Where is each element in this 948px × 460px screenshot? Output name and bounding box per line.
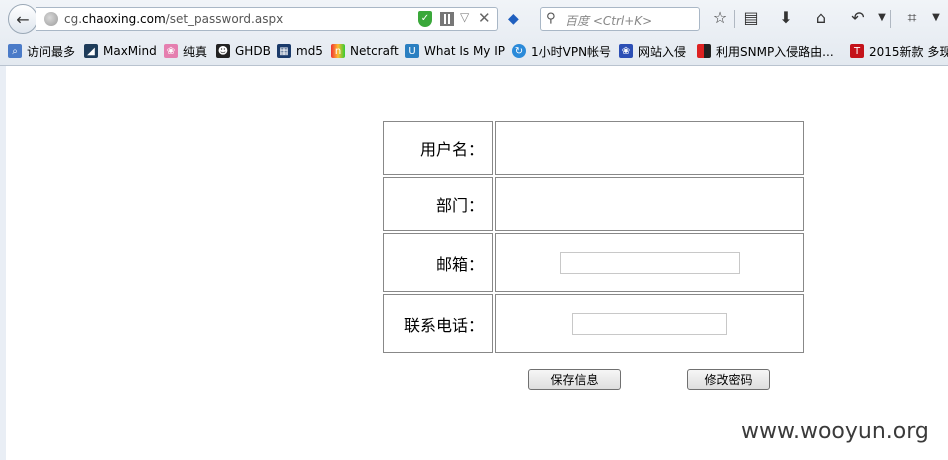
phone-label: 联系电话： bbox=[383, 294, 493, 353]
bookmark-label: 1小时VPN帐号 bbox=[531, 44, 612, 59]
back-arrow-icon: ← bbox=[16, 9, 30, 29]
reading-list-icon[interactable]: ▤ bbox=[741, 8, 761, 28]
chunzhen-icon: ❀ bbox=[164, 44, 178, 58]
bookmark-label: 纯真 bbox=[183, 44, 208, 59]
undo-icon[interactable]: ↶ bbox=[848, 8, 868, 28]
crop-menu-icon[interactable]: ▼ bbox=[926, 8, 946, 28]
vpn-icon: ↻ bbox=[512, 44, 526, 58]
netcraft-icon: n bbox=[331, 44, 345, 58]
bookmark-item[interactable]: ⌕ 访问最多 bbox=[8, 42, 75, 60]
bookmark-star-icon[interactable]: ☆ bbox=[710, 8, 730, 28]
ghdb-icon: ☻ bbox=[216, 44, 230, 58]
bookmark-item[interactable]: ☻ GHDB bbox=[216, 42, 271, 60]
change-password-button[interactable]: 修改密码 bbox=[687, 369, 770, 390]
search-engine-icon[interactable]: ◆ bbox=[508, 11, 526, 27]
navigation-toolbar: ← cg.chaoxing.com/set_password.aspx ✓ ▽ … bbox=[0, 0, 948, 36]
crop-icon[interactable]: ⌗ bbox=[902, 8, 922, 28]
search-bar[interactable]: ⚲ 百度 <Ctrl+K> bbox=[540, 7, 700, 31]
back-button[interactable]: ← bbox=[8, 4, 38, 34]
bookmark-label: md5 bbox=[296, 44, 323, 58]
url-prefix: cg. bbox=[64, 12, 83, 26]
download-icon[interactable]: ⬇ bbox=[776, 8, 796, 28]
qr-code-icon[interactable] bbox=[440, 12, 454, 26]
bookmark-item[interactable]: ❀ 纯真 bbox=[164, 42, 207, 60]
bookmark-label: 2015新款 多现 bbox=[869, 44, 948, 59]
url-dropdown-icon[interactable]: ▽ bbox=[460, 10, 469, 24]
snmp-shield-icon bbox=[697, 44, 711, 58]
bookmark-item[interactable]: 利用SNMP入侵路由... bbox=[697, 42, 834, 60]
search-placeholder: 百度 <Ctrl+K> bbox=[565, 14, 653, 28]
left-sidebar-edge bbox=[0, 66, 6, 460]
username-value bbox=[495, 121, 804, 175]
bookmarks-bar: ⌕ 访问最多 ◢ MaxMind ❀ 纯真 ☻ GHDB ▦ md5 n Netcraft … bbox=[0, 38, 948, 64]
bookmark-label: 利用SNMP入侵路由... bbox=[716, 44, 834, 59]
username-label: 用户名： bbox=[383, 121, 493, 175]
bookmark-item[interactable]: ↻ 1小时VPN帐号 bbox=[512, 42, 611, 60]
bookmark-label: What Is My IP bbox=[424, 44, 505, 58]
form-row-phone: 联系电话： bbox=[383, 294, 804, 353]
browser-chrome: ← cg.chaoxing.com/set_password.aspx ✓ ▽ … bbox=[0, 0, 948, 66]
bookmark-item[interactable]: n Netcraft bbox=[331, 42, 399, 60]
profile-form-table: 用户名： 部门： 邮箱： 联系电话： bbox=[381, 119, 806, 355]
bookmark-label: 网站入侵 bbox=[638, 44, 687, 59]
department-value bbox=[495, 177, 804, 231]
email-label: 邮箱： bbox=[383, 233, 493, 292]
bookmark-label: Netcraft bbox=[350, 44, 399, 58]
toolbar-separator bbox=[890, 10, 891, 28]
undo-menu-icon[interactable]: ▼ bbox=[872, 8, 892, 28]
department-label: 部门： bbox=[383, 177, 493, 231]
form-row-username: 用户名： bbox=[383, 121, 804, 175]
form-row-department: 部门： bbox=[383, 177, 804, 231]
form-row-email: 邮箱： bbox=[383, 233, 804, 292]
what-is-my-ip-icon: U bbox=[405, 44, 419, 58]
email-cell bbox=[495, 233, 804, 292]
phone-input[interactable] bbox=[572, 312, 727, 335]
phone-cell bbox=[495, 294, 804, 353]
url-text[interactable]: cg.chaoxing.com/set_password.aspx bbox=[64, 12, 283, 26]
bookmark-item[interactable]: ◢ MaxMind bbox=[84, 42, 157, 60]
most-visited-icon: ⌕ bbox=[8, 44, 22, 58]
tmall-icon: T bbox=[850, 44, 864, 58]
md5-icon: ▦ bbox=[277, 44, 291, 58]
bookmark-label: GHDB bbox=[235, 44, 271, 58]
globe-icon bbox=[44, 12, 58, 26]
bookmark-item[interactable]: ❀ 网站入侵 bbox=[619, 42, 686, 60]
shield-icon[interactable]: ✓ bbox=[418, 11, 432, 27]
address-bar[interactable]: cg.chaoxing.com/set_password.aspx ✓ ▽ ✕ bbox=[36, 7, 498, 31]
bookmark-label: MaxMind bbox=[103, 44, 157, 58]
home-icon[interactable]: ⌂ bbox=[811, 8, 831, 28]
toolbar-separator bbox=[734, 10, 735, 28]
maxmind-icon: ◢ bbox=[84, 44, 98, 58]
email-input[interactable] bbox=[559, 251, 740, 274]
bookmark-item[interactable]: ▦ md5 bbox=[277, 42, 323, 60]
baidu-paw-icon: ❀ bbox=[619, 44, 633, 58]
bookmark-item[interactable]: T 2015新款 多现 bbox=[850, 42, 948, 60]
url-path: /set_password.aspx bbox=[165, 12, 284, 26]
save-info-button[interactable]: 保存信息 bbox=[528, 369, 621, 390]
close-icon[interactable]: ✕ bbox=[478, 9, 491, 27]
bookmark-item[interactable]: U What Is My IP bbox=[405, 42, 505, 60]
bookmark-label: 访问最多 bbox=[27, 44, 76, 59]
page-content: 用户名： 部门： 邮箱： 联系电话： 保存信息 修改密码 www.wooyun.… bbox=[0, 66, 948, 460]
search-icon: ⚲ bbox=[546, 11, 556, 26]
url-domain: chaoxing.com bbox=[82, 12, 166, 26]
watermark: www.wooyun.org bbox=[741, 419, 929, 444]
